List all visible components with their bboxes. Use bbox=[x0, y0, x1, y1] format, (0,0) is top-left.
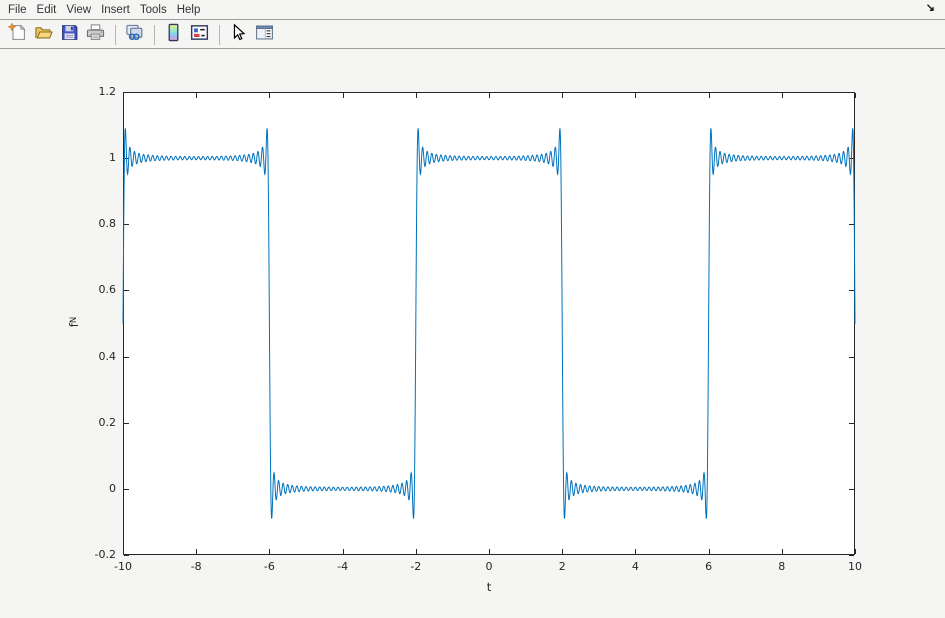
save-icon bbox=[60, 23, 79, 47]
menu-tools[interactable]: Tools bbox=[135, 2, 172, 18]
toolbar-separator bbox=[219, 25, 220, 45]
x-tick-label: 2 bbox=[537, 560, 587, 574]
x-tick-label: -6 bbox=[244, 560, 294, 574]
plot-axes[interactable] bbox=[123, 92, 855, 555]
menu-file[interactable]: File bbox=[3, 2, 32, 18]
y-tick-label: 0.6 bbox=[62, 283, 116, 297]
legend-icon bbox=[190, 23, 209, 47]
toolbar-separator bbox=[115, 25, 116, 45]
print-icon bbox=[86, 23, 105, 47]
toolbar-separator bbox=[154, 25, 155, 45]
y-tick-label: 1.2 bbox=[62, 85, 116, 99]
menu-bar: File Edit View Insert Tools Help ↘ bbox=[0, 0, 945, 20]
y-axis-label: fN bbox=[64, 305, 84, 339]
legend-button[interactable] bbox=[187, 23, 211, 47]
colorbar-icon bbox=[164, 23, 183, 47]
x-tick-label: -8 bbox=[171, 560, 221, 574]
x-tick-label: 6 bbox=[684, 560, 734, 574]
panel-icon bbox=[255, 23, 274, 47]
menu-view[interactable]: View bbox=[61, 2, 96, 18]
x-tick-label: 4 bbox=[610, 560, 660, 574]
y-tick-label: 0 bbox=[62, 482, 116, 496]
x-tick-label: 10 bbox=[830, 560, 880, 574]
x-tick-label: -10 bbox=[98, 560, 148, 574]
new-figure-button[interactable] bbox=[5, 23, 29, 47]
figure-window: File Edit View Insert Tools Help ↘ bbox=[0, 0, 945, 618]
x-tick-label: 8 bbox=[757, 560, 807, 574]
x-tick-label: -4 bbox=[318, 560, 368, 574]
new-document-icon bbox=[8, 23, 27, 47]
link-button[interactable] bbox=[122, 23, 146, 47]
open-file-button[interactable] bbox=[31, 23, 55, 47]
pointer-mode-button[interactable] bbox=[226, 23, 250, 47]
plot-browser-button[interactable] bbox=[252, 23, 276, 47]
menu-insert[interactable]: Insert bbox=[96, 2, 135, 18]
y-tick-label: 0.2 bbox=[62, 416, 116, 430]
y-tick-label: 0.4 bbox=[62, 350, 116, 364]
menu-overflow-arrow-icon[interactable]: ↘ bbox=[926, 1, 935, 14]
y-tick-label: 1 bbox=[62, 151, 116, 165]
open-folder-icon bbox=[34, 23, 53, 47]
print-figure-button[interactable] bbox=[83, 23, 107, 47]
menu-edit[interactable]: Edit bbox=[32, 2, 62, 18]
figure-canvas[interactable]: -10-8-6-4-20246810-0.200.20.40.60.811.2 … bbox=[0, 50, 945, 618]
link-icon bbox=[125, 23, 144, 47]
y-tick-label: -0.2 bbox=[62, 548, 116, 562]
pointer-icon bbox=[229, 23, 248, 47]
toolbar bbox=[0, 21, 945, 49]
y-tick-label: 0.8 bbox=[62, 217, 116, 231]
x-axis-label: t bbox=[464, 580, 514, 594]
x-tick-label: -2 bbox=[391, 560, 441, 574]
colorbar-button[interactable] bbox=[161, 23, 185, 47]
menu-help[interactable]: Help bbox=[172, 2, 206, 18]
x-tick-label: 0 bbox=[464, 560, 514, 574]
save-figure-button[interactable] bbox=[57, 23, 81, 47]
